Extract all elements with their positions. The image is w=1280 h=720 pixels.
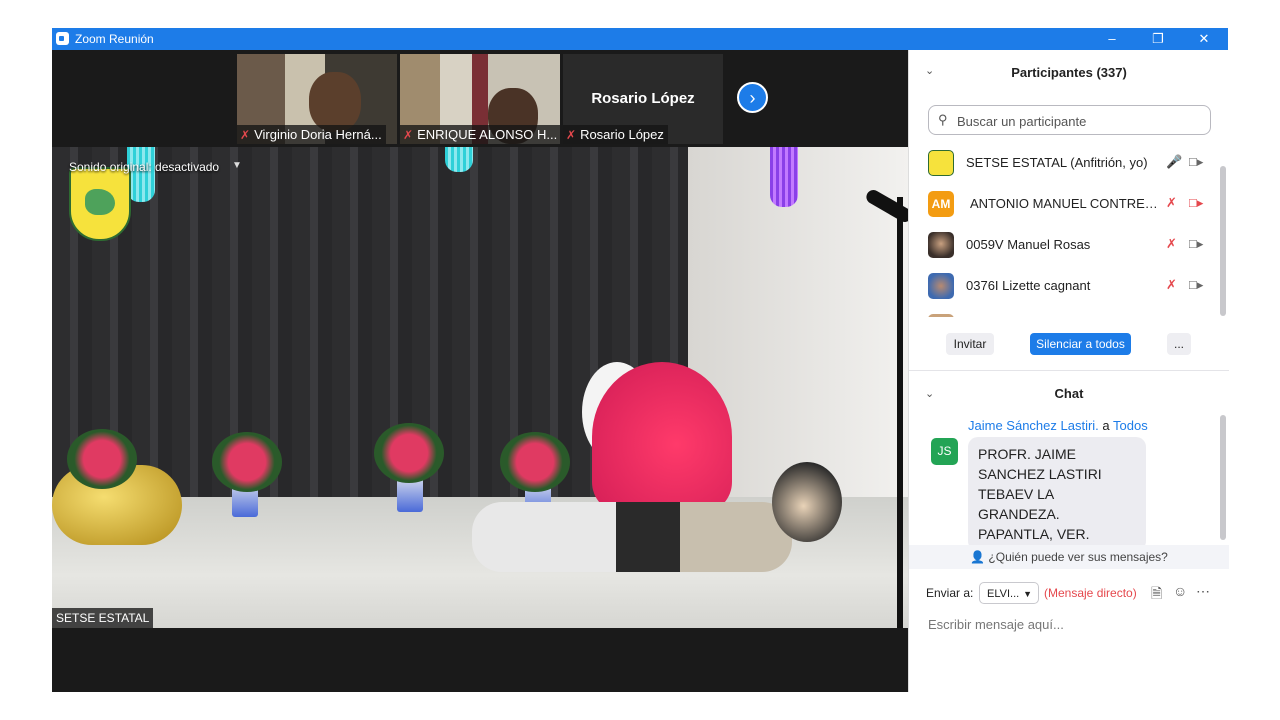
side-panel: ⌄ Participantes (337) ⚲ SETSE ESTATAL (A… — [908, 50, 1229, 692]
lying-man-head — [772, 462, 842, 542]
more-options-icon[interactable]: ⋯ — [1196, 583, 1210, 600]
poinsettia — [500, 432, 570, 492]
participant-thumbnail[interactable]: ✗ ENRIQUE ALONSO H... — [400, 54, 560, 144]
speaker-name-label: SETSE ESTATAL — [52, 608, 154, 628]
title-bar: Zoom Reunión – ❐ ✕ — [52, 28, 1228, 50]
message-sender-line: Jaime Sánchez Lastiri. a Todos — [968, 418, 1148, 433]
minimize-icon[interactable]: – — [1089, 28, 1135, 50]
pinata-decoration — [770, 147, 798, 207]
pinata-decoration — [127, 147, 155, 202]
avatar — [928, 150, 954, 176]
more-button[interactable]: ... — [1167, 333, 1191, 355]
avatar — [928, 273, 954, 299]
participant-name: 0376I Lizette cagnant — [966, 278, 1091, 293]
muted-mic-icon[interactable]: ✗ — [1166, 277, 1177, 293]
search-icon: ⚲ — [938, 112, 948, 127]
main-video[interactable]: Sonido original: desactivado ▼ SETSE EST… — [52, 147, 908, 628]
poinsettia — [212, 432, 282, 492]
chevron-down-icon[interactable]: ▼ — [232, 160, 242, 171]
muted-mic-icon[interactable]: ✗ — [1166, 236, 1177, 252]
muted-mic-icon: ✗ — [403, 128, 414, 142]
chevron-right-icon: › — [749, 88, 756, 108]
participant-thumbnail[interactable]: ✗ Virginio Doria Herná... — [237, 54, 397, 144]
avatar: JS — [931, 438, 958, 465]
avatar: AM — [928, 191, 954, 217]
participant-row[interactable]: 0059V Manuel Rosas ✗ □▸ — [909, 224, 1219, 264]
participant-row[interactable]: AM ANTONIO MANUEL CONTRER... ✗ □▸ — [909, 183, 1219, 223]
restore-icon[interactable]: ❐ — [1135, 28, 1181, 50]
video-icon[interactable]: □▸ — [1189, 154, 1203, 170]
chat-title: Chat — [1054, 386, 1084, 401]
emoji-icon[interactable]: ☺ — [1173, 583, 1187, 599]
sender-name[interactable]: Jaime Sánchez Lastiri. — [968, 418, 1099, 433]
poinsettia — [374, 423, 444, 483]
participant-thumbnail[interactable]: Rosario López ✗ Rosario López — [563, 54, 723, 144]
participant-row[interactable] — [909, 306, 1219, 317]
video-off-icon[interactable]: □▸ — [1189, 195, 1203, 211]
chat-message: PROFR. JAIME SANCHEZ LASTIRI TEBAEV LA G… — [968, 437, 1146, 551]
thumbnail-label: ✗ ENRIQUE ALONSO H... — [400, 125, 560, 144]
invite-button[interactable]: Invitar — [946, 333, 994, 355]
muted-mic-icon: ✗ — [566, 128, 577, 142]
participants-scrollbar[interactable] — [1220, 166, 1226, 316]
video-area: ✗ Virginio Doria Herná... ✗ ENRIQUE ALONSO… — [52, 50, 908, 692]
chat-scrollbar[interactable] — [1220, 415, 1226, 540]
avatar — [928, 314, 954, 317]
muted-mic-icon: ✗ — [240, 128, 251, 142]
angel-costume — [592, 362, 732, 512]
file-icon[interactable]: 🗎 — [1151, 583, 1162, 607]
participant-name: SETSE ESTATAL (Anfitrión, yo) — [966, 155, 1148, 170]
zoom-window: Zoom Reunión – ❐ ✕ ✗ Virginio Doria Herná… — [52, 28, 1229, 692]
participant-name-tile: Rosario López — [591, 90, 695, 107]
avatar — [928, 232, 954, 258]
participant-list: SETSE ESTATAL (Anfitrión, yo) 🎤 □▸ AM AN… — [909, 142, 1219, 317]
participant-search[interactable]: ⚲ — [928, 105, 1211, 135]
muted-mic-icon[interactable]: ✗ — [1166, 195, 1177, 211]
mic-icon[interactable]: 🎤 — [1166, 154, 1182, 170]
participant-name: ANTONIO MANUEL CONTRER... — [970, 196, 1165, 211]
people-icon: 👤 — [970, 550, 986, 564]
video-icon[interactable]: □▸ — [1189, 277, 1203, 293]
panel-divider — [909, 370, 1229, 371]
lying-man — [472, 502, 792, 572]
original-sound-label[interactable]: Sonido original: desactivado — [69, 160, 219, 174]
participant-row[interactable]: 0376I Lizette cagnant ✗ □▸ — [909, 265, 1219, 305]
direct-message-label: (Mensaje directo) — [1044, 586, 1137, 600]
video-icon[interactable]: □▸ — [1189, 236, 1203, 252]
participant-name: 0059V Manuel Rosas — [966, 237, 1091, 252]
chat-message-input[interactable] — [926, 613, 1220, 635]
participant-row[interactable]: SETSE ESTATAL (Anfitrión, yo) 🎤 □▸ — [909, 142, 1219, 182]
mute-all-button[interactable]: Silenciar a todos — [1030, 333, 1131, 355]
send-to-label: Enviar a: — [926, 586, 974, 600]
zoom-app-icon — [56, 32, 69, 45]
next-page-button[interactable]: › — [737, 82, 768, 113]
video-bottom-bar — [52, 628, 908, 692]
chevron-down-icon: ▼ — [1023, 589, 1032, 599]
window-title: Zoom Reunión — [75, 32, 154, 46]
school-logo — [69, 167, 131, 241]
search-input[interactable] — [955, 110, 1199, 132]
pinata-decoration — [445, 147, 473, 172]
participants-title: Participantes (337) — [1011, 65, 1127, 80]
participants-header: ⌄ Participantes (337) — [909, 50, 1229, 95]
microphone-stand — [897, 197, 903, 628]
close-icon[interactable]: ✕ — [1181, 28, 1227, 50]
thumbnail-strip: ✗ Virginio Doria Herná... ✗ ENRIQUE ALONSO… — [52, 50, 908, 147]
recipient-dropdown[interactable]: ELVI... ▼ — [979, 582, 1039, 604]
thumbnail-label: ✗ Rosario López — [563, 125, 668, 144]
recipient-name: Todos — [1113, 418, 1148, 433]
thumbnail-label: ✗ Virginio Doria Herná... — [237, 125, 386, 144]
who-can-see-messages[interactable]: 👤 ¿Quién puede ver sus mensajes? — [909, 545, 1229, 569]
poinsettia — [67, 429, 137, 489]
